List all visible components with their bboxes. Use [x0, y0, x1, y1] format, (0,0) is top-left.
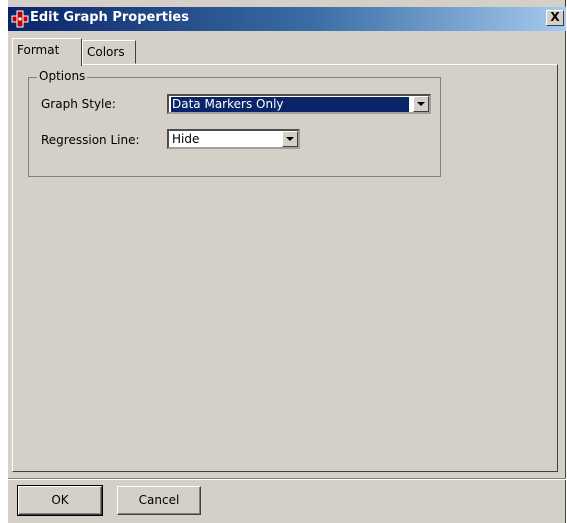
- tab-format[interactable]: Format: [12, 38, 82, 66]
- dialog-window: Edit Graph Properties X Format Colors Op…: [7, 0, 566, 523]
- chevron-down-icon: [417, 102, 425, 106]
- cancel-button[interactable]: Cancel: [117, 486, 201, 515]
- options-legend: Options: [37, 69, 88, 83]
- graph-style-dropdown-button[interactable]: [413, 96, 429, 112]
- regression-line-value: Hide: [172, 132, 200, 146]
- regression-line-label: Regression Line:: [41, 133, 140, 147]
- graph-style-select[interactable]: Data Markers Only: [167, 94, 431, 114]
- window-title: Edit Graph Properties: [30, 10, 189, 25]
- app-icon: [11, 10, 29, 28]
- close-icon: X: [550, 10, 560, 24]
- ok-button[interactable]: OK: [17, 485, 103, 516]
- regression-line-select[interactable]: Hide: [167, 129, 300, 149]
- graph-style-label: Graph Style:: [41, 97, 116, 111]
- format-tab-panel: Options Graph Style: Data Markers Only R…: [12, 64, 558, 472]
- chevron-down-icon: [286, 137, 294, 141]
- options-groupbox: Options Graph Style: Data Markers Only R…: [28, 69, 441, 177]
- title-bar[interactable]: Edit Graph Properties X: [8, 7, 566, 31]
- graph-style-value: Data Markers Only: [171, 97, 409, 112]
- footer-separator: [8, 478, 566, 480]
- tab-colors[interactable]: Colors: [82, 40, 136, 64]
- regression-line-dropdown-button[interactable]: [282, 131, 298, 147]
- close-button[interactable]: X: [546, 10, 564, 26]
